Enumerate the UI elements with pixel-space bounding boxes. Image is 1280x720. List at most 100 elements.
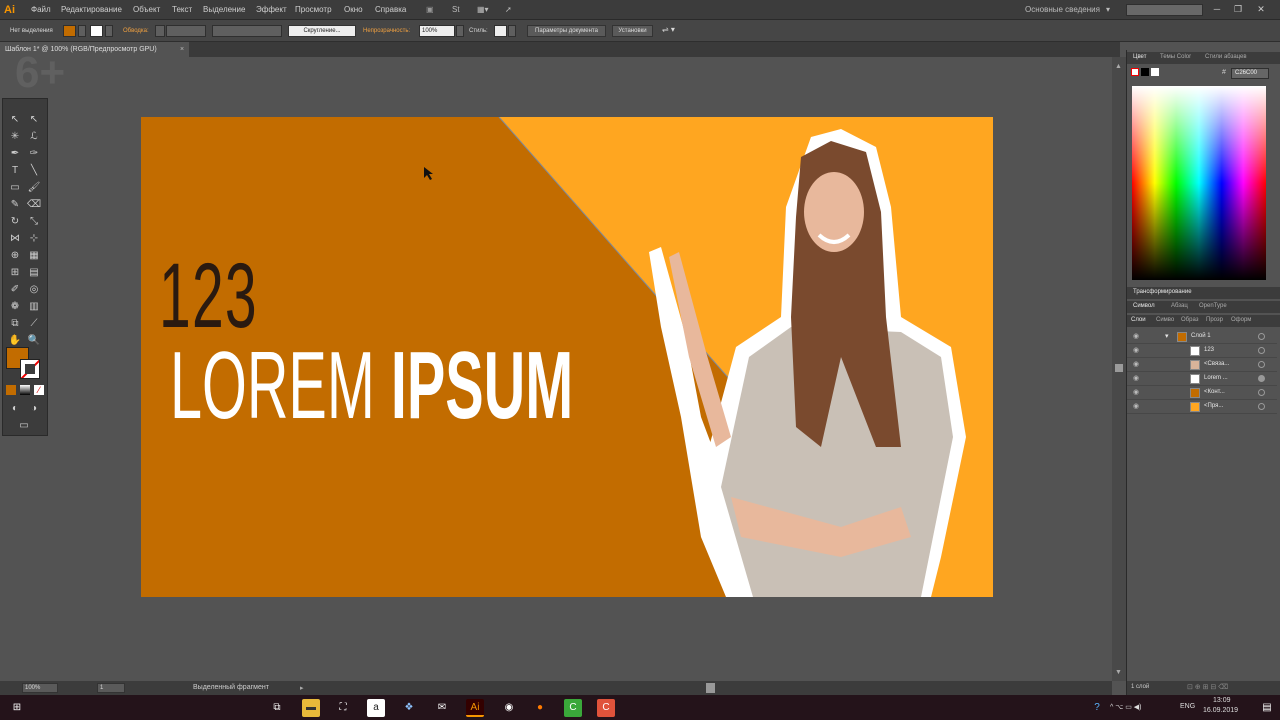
- layer-row[interactable]: ◉ <Связа...: [1127, 358, 1277, 372]
- opacity-label[interactable]: Непрозрачность:: [363, 28, 410, 34]
- bridge-icon[interactable]: ▣: [426, 5, 434, 14]
- eyedropper-tool-icon[interactable]: ✐: [8, 283, 22, 297]
- scale-tool-icon[interactable]: ⤡: [27, 215, 41, 229]
- target-icon[interactable]: [1258, 347, 1265, 354]
- windows-start-icon[interactable]: ⊞: [8, 699, 26, 717]
- brush-select[interactable]: Скругление...: [288, 25, 356, 37]
- pen-tool-icon[interactable]: ✒: [8, 147, 22, 161]
- screen-mode-icon[interactable]: ▭: [17, 419, 31, 433]
- close-icon[interactable]: ×: [180, 42, 184, 57]
- tab-color-themes[interactable]: Темы Color: [1160, 54, 1191, 60]
- width-tool-icon[interactable]: ⋈: [8, 232, 22, 246]
- tab-opentype[interactable]: OpenType: [1199, 303, 1227, 309]
- eye-icon[interactable]: ◉: [1133, 389, 1141, 397]
- free-transform-tool-icon[interactable]: ⊹: [27, 232, 41, 246]
- tab-transparency[interactable]: Прозр: [1206, 317, 1223, 323]
- app-icon[interactable]: ◉: [500, 699, 518, 717]
- gradient-tool-icon[interactable]: ▤: [27, 266, 41, 280]
- slice-tool-icon[interactable]: ⟋: [27, 317, 41, 331]
- store-icon[interactable]: ⛶: [334, 699, 352, 717]
- file-explorer-icon[interactable]: ▬: [302, 699, 320, 717]
- notifications-icon[interactable]: ▤: [1258, 699, 1276, 717]
- color-spectrum[interactable]: [1132, 86, 1266, 280]
- minimize-icon[interactable]: ─: [1210, 2, 1224, 16]
- selection-tool-icon[interactable]: ↖: [8, 113, 22, 127]
- rotate-tool-icon[interactable]: ↻: [8, 215, 22, 229]
- eye-icon[interactable]: ◉: [1133, 375, 1141, 383]
- tab-character[interactable]: Символ: [1133, 303, 1155, 309]
- vertical-scrollbar[interactable]: ▲ ▼: [1112, 57, 1126, 681]
- firefox-icon[interactable]: ●: [531, 699, 549, 717]
- target-icon[interactable]: [1258, 403, 1265, 410]
- scroll-down-icon[interactable]: ▼: [1115, 669, 1122, 676]
- tab-color[interactable]: Цвет: [1133, 54, 1146, 60]
- eraser-tool-icon[interactable]: ⌫: [27, 198, 41, 212]
- chevron-right-icon[interactable]: [456, 25, 464, 37]
- amazon-icon[interactable]: a: [367, 699, 385, 717]
- magic-wand-icon[interactable]: ✳: [8, 130, 22, 144]
- chevron-down-icon[interactable]: [105, 25, 113, 37]
- line-tool-icon[interactable]: ╲: [27, 164, 41, 178]
- lasso-tool-icon[interactable]: ℒ: [27, 130, 41, 144]
- tab-appearance[interactable]: Оформ: [1231, 317, 1251, 323]
- menu-effect[interactable]: Эффект: [256, 5, 287, 14]
- search-input[interactable]: [1126, 4, 1203, 16]
- rocket-icon[interactable]: ➚: [505, 5, 512, 14]
- preferences-button[interactable]: Установки: [612, 25, 653, 37]
- stroke-weight-field[interactable]: [166, 25, 206, 37]
- camtasia-recorder-icon[interactable]: C: [597, 699, 615, 717]
- target-icon[interactable]: [1258, 375, 1265, 382]
- zoom-field[interactable]: 100%: [22, 683, 58, 693]
- page-field[interactable]: 1: [97, 683, 125, 693]
- help-icon[interactable]: ?: [1088, 699, 1106, 717]
- language-indicator[interactable]: ENG: [1180, 703, 1195, 710]
- rectangle-tool-icon[interactable]: ▭: [8, 181, 22, 195]
- target-icon[interactable]: [1258, 333, 1265, 340]
- draw-mode-icon[interactable]: ◐: [8, 402, 22, 416]
- style-swatch[interactable]: [494, 25, 507, 37]
- eye-icon[interactable]: ◉: [1133, 361, 1141, 369]
- scroll-thumb[interactable]: [1115, 364, 1123, 372]
- perspective-grid-icon[interactable]: ▦: [27, 249, 41, 263]
- stroke-label[interactable]: Обводка:: [123, 28, 149, 34]
- stroke-swatch[interactable]: [20, 359, 40, 379]
- scroll-up-icon[interactable]: ▲: [1115, 63, 1122, 70]
- curvature-tool-icon[interactable]: ✑: [27, 147, 41, 161]
- eye-icon[interactable]: ◉: [1133, 403, 1141, 411]
- layer-row[interactable]: ◉ 123: [1127, 344, 1277, 358]
- hand-tool-icon[interactable]: ✋: [8, 334, 22, 348]
- paintbrush-tool-icon[interactable]: 🖌: [27, 181, 41, 195]
- shaper-tool-icon[interactable]: ✎: [8, 198, 22, 212]
- variable-width-field[interactable]: [212, 25, 282, 37]
- layer-actions-icon[interactable]: ⊡ ⊕ ⊞ ⊟ ⌫: [1187, 683, 1228, 691]
- opacity-field[interactable]: 100%: [419, 25, 455, 37]
- eye-icon[interactable]: ◉: [1133, 347, 1141, 355]
- chevron-down-icon[interactable]: [508, 25, 516, 37]
- menu-object[interactable]: Объект: [133, 5, 160, 14]
- stock-icon[interactable]: St: [452, 5, 460, 14]
- none-mode-icon[interactable]: ⁄: [34, 385, 44, 395]
- menu-window[interactable]: Окно: [344, 5, 363, 14]
- tab-transform[interactable]: Трансформирование: [1133, 289, 1192, 295]
- layer-row[interactable]: ◉ <Конт...: [1127, 386, 1277, 400]
- stroke-color-control[interactable]: [90, 25, 103, 37]
- symbol-sprayer-icon[interactable]: ❁: [8, 300, 22, 314]
- tab-paragraph-styles[interactable]: Стили абзацев: [1205, 54, 1247, 60]
- stroke-stepper[interactable]: [155, 25, 165, 37]
- menu-view[interactable]: Просмотр: [295, 5, 332, 14]
- illustrator-icon[interactable]: Ai: [466, 699, 484, 717]
- arrange-icon[interactable]: ▦▾: [477, 5, 489, 14]
- draw-inside-icon[interactable]: ◑: [27, 402, 41, 416]
- eye-icon[interactable]: ◉: [1133, 333, 1141, 341]
- menu-type[interactable]: Текст: [172, 5, 192, 14]
- title-number[interactable]: 123: [159, 250, 258, 342]
- chevron-right-icon[interactable]: ▸: [300, 684, 304, 692]
- fill-color-control[interactable]: [63, 25, 76, 37]
- chevron-down-icon[interactable]: ▾: [1106, 5, 1110, 14]
- menu-select[interactable]: Выделение: [203, 5, 245, 14]
- menu-help[interactable]: Справка: [375, 5, 406, 14]
- artboard-tool-icon[interactable]: ⧉: [8, 317, 22, 331]
- black-swatch[interactable]: [1141, 68, 1149, 76]
- zoom-tool-icon[interactable]: 🔍: [27, 334, 41, 348]
- graph-tool-icon[interactable]: ▥: [27, 300, 41, 314]
